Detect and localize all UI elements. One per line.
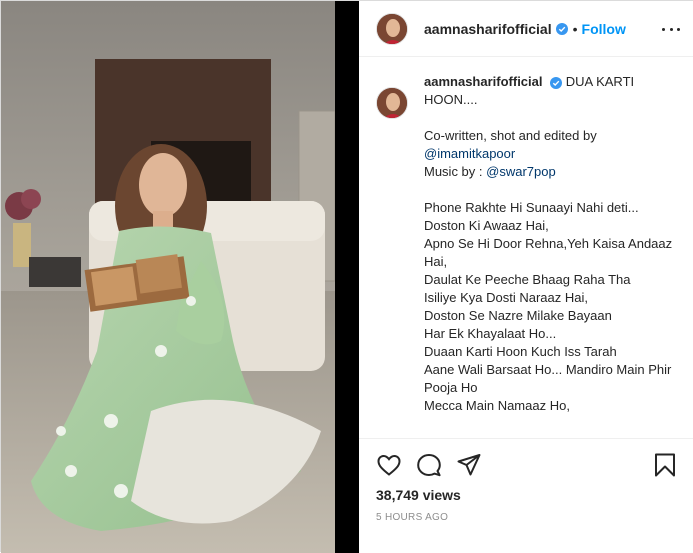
lyrics-block: Phone Rakhte Hi Sunaayi Nahi deti... Dost…	[424, 199, 684, 415]
lyric-line: Har Ek Khayalaat Ho...	[424, 326, 557, 341]
credits-line: Co-written, shot and edited by	[424, 128, 597, 143]
video-frame-illustration	[1, 1, 359, 553]
lyric-line: Doston Se Nazre Milake Bayaan	[424, 308, 612, 323]
lyric-line: Apno Se Hi Door Rehna,Yeh Kaisa Andaaz H…	[424, 236, 673, 269]
action-icon-row	[376, 452, 678, 480]
music-mention-link[interactable]: @swar7pop	[486, 164, 556, 179]
more-options-icon[interactable]	[662, 21, 680, 37]
lyric-line: Doston Ki Awaaz Hai,	[424, 218, 549, 233]
lyric-line: Mecca Main Namaaz Ho,	[424, 398, 570, 413]
post-video[interactable]	[1, 1, 359, 553]
lyric-line: Phone Rakhte Hi Sunaayi Nahi deti...	[424, 200, 639, 215]
caption-verified-badge-icon	[550, 76, 563, 89]
comment-icon[interactable]	[416, 452, 442, 478]
lyric-line: Daulat Ke Peeche Bhaag Raha Tha	[424, 272, 631, 287]
caption-text: aamnasharifofficial DUA KARTI HOON.... C…	[424, 73, 684, 415]
post-actions: 38,749 views 5 HOURS AGO	[359, 438, 693, 553]
verified-badge-icon	[555, 22, 568, 35]
lyric-line: Isiliye Kya Dosti Naraaz Hai,	[424, 290, 588, 305]
avatar[interactable]	[376, 12, 408, 45]
credit-mention-link[interactable]: @imamitkapoor	[424, 146, 515, 161]
lyric-line: Duaan Karti Hoon Kuch Iss Tarah	[424, 344, 617, 359]
post-timestamp[interactable]: 5 HOURS AGO	[376, 512, 448, 523]
heart-icon[interactable]	[376, 452, 402, 478]
bookmark-icon[interactable]	[652, 452, 678, 478]
post-dialog: aamnasharifofficial • Follow aamnasharif…	[0, 0, 693, 553]
caption-scroll-area[interactable]: aamnasharifofficial DUA KARTI HOON.... C…	[359, 73, 693, 439]
share-icon[interactable]	[456, 452, 482, 478]
music-prefix: Music by :	[424, 164, 487, 179]
caption-row: aamnasharifofficial DUA KARTI HOON.... C…	[359, 73, 693, 415]
video-edge	[335, 1, 359, 553]
caption-avatar-image	[377, 88, 407, 118]
view-count[interactable]: 38,749 views	[376, 487, 461, 503]
follow-button[interactable]: Follow	[582, 21, 626, 37]
avatar-image	[377, 13, 407, 44]
caption-avatar[interactable]	[376, 87, 408, 119]
post-header: aamnasharifofficial • Follow	[359, 1, 693, 57]
lyric-line: Aane Wali Barsaat Ho... Mandiro Main Phi…	[424, 362, 672, 395]
caption-username[interactable]: aamnasharifofficial	[424, 74, 543, 89]
header-separator: •	[572, 20, 578, 37]
header-username[interactable]: aamnasharifofficial	[424, 21, 552, 37]
music-line: Music by : @swar7pop	[424, 163, 684, 181]
post-side-panel: aamnasharifofficial • Follow aamnasharif…	[359, 1, 693, 553]
caption-first-line: aamnasharifofficial DUA KARTI HOON....	[424, 73, 684, 109]
